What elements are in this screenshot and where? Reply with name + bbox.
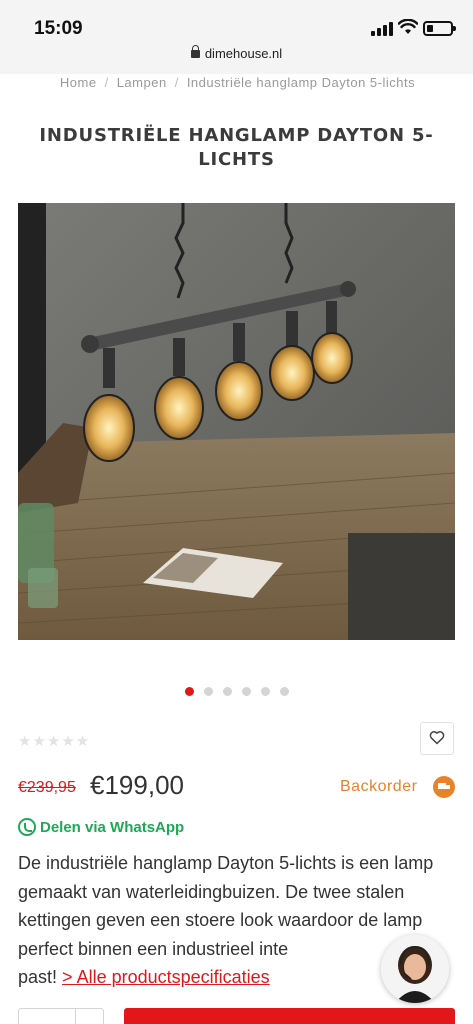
status-bar: 15:09 dimehouse.nl xyxy=(0,0,473,74)
description-text-end: past! xyxy=(18,967,58,988)
heart-icon xyxy=(429,731,445,745)
product-photo-illustration xyxy=(18,203,455,640)
lock-icon xyxy=(190,45,200,58)
wifi-icon xyxy=(398,19,418,34)
wishlist-button[interactable] xyxy=(420,722,454,755)
carousel-dot-6[interactable] xyxy=(279,687,289,696)
whatsapp-share-link[interactable]: Delen via WhatsApp xyxy=(18,818,184,836)
old-price: €239,95 xyxy=(18,779,76,796)
breadcrumb-current: Industriële hanglamp Dayton 5-lichts xyxy=(186,75,416,90)
carousel-dot-1[interactable] xyxy=(184,687,194,696)
status-time: 15:09 xyxy=(34,18,83,39)
quantity-stepper[interactable] xyxy=(18,1008,104,1024)
carousel-dot-4[interactable] xyxy=(241,687,251,696)
description-text: De industriële hanglamp Dayton 5-lichts … xyxy=(18,853,434,959)
current-price: €199,00 xyxy=(90,770,184,800)
carousel-dot-3[interactable] xyxy=(222,687,232,696)
breadcrumb-lampen[interactable]: Lampen xyxy=(117,75,167,90)
url-bar[interactable]: dimehouse.nl xyxy=(0,45,473,61)
carousel-dot-2[interactable] xyxy=(203,687,213,696)
whatsapp-icon xyxy=(18,818,36,836)
star-icon: ★ xyxy=(46,733,61,750)
carousel-dot-5[interactable] xyxy=(260,687,270,696)
breadcrumb: Home / Lampen / Industriële hanglamp Dayton … xyxy=(59,75,416,90)
whatsapp-share-label: Delen via WhatsApp xyxy=(40,819,185,836)
agent-portrait-icon xyxy=(381,935,449,1003)
cell-signal-icon xyxy=(371,22,393,36)
product-image[interactable] xyxy=(18,203,455,640)
all-specs-link[interactable]: > Alle productspecificaties xyxy=(62,967,270,987)
chat-agent-avatar[interactable] xyxy=(381,935,449,1003)
rating-stars: ★★★★★ xyxy=(18,732,90,751)
stock-status: Backorder xyxy=(340,778,418,795)
image-carousel-dots xyxy=(0,683,473,701)
star-icon: ★ xyxy=(75,733,90,750)
breadcrumb-home[interactable]: Home xyxy=(60,75,97,90)
product-title: INDUSTRIËLE HANGLAMP DAYTON 5-LICHTS xyxy=(39,125,434,170)
add-to-cart-button[interactable] xyxy=(124,1008,455,1024)
battery-icon xyxy=(423,21,456,36)
star-icon: ★ xyxy=(61,733,75,750)
url-text: dimehouse.nl xyxy=(204,46,283,61)
truck-icon xyxy=(433,776,455,798)
star-icon: ★ xyxy=(18,733,32,750)
star-icon: ★ xyxy=(32,733,46,750)
